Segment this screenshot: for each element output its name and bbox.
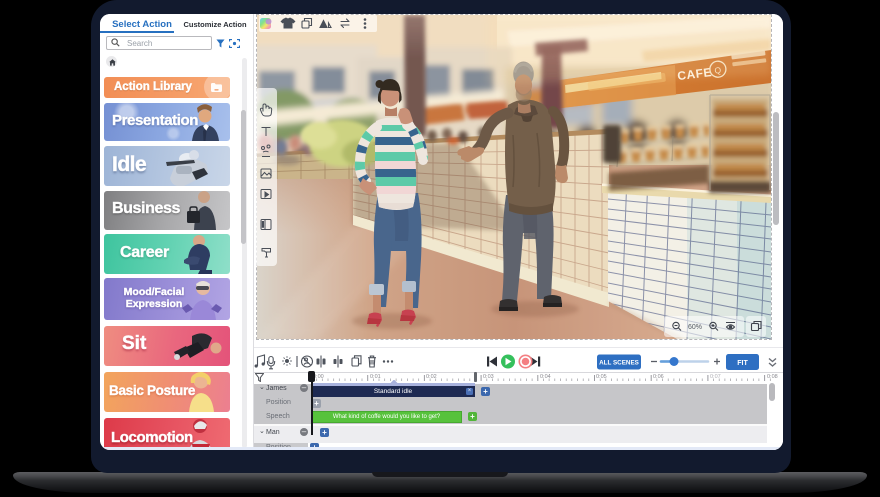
svg-text:60%: 60%	[688, 324, 702, 331]
svg-text:ALL SCENES: ALL SCENES	[599, 360, 639, 367]
svg-text:FIT: FIT	[737, 360, 748, 367]
